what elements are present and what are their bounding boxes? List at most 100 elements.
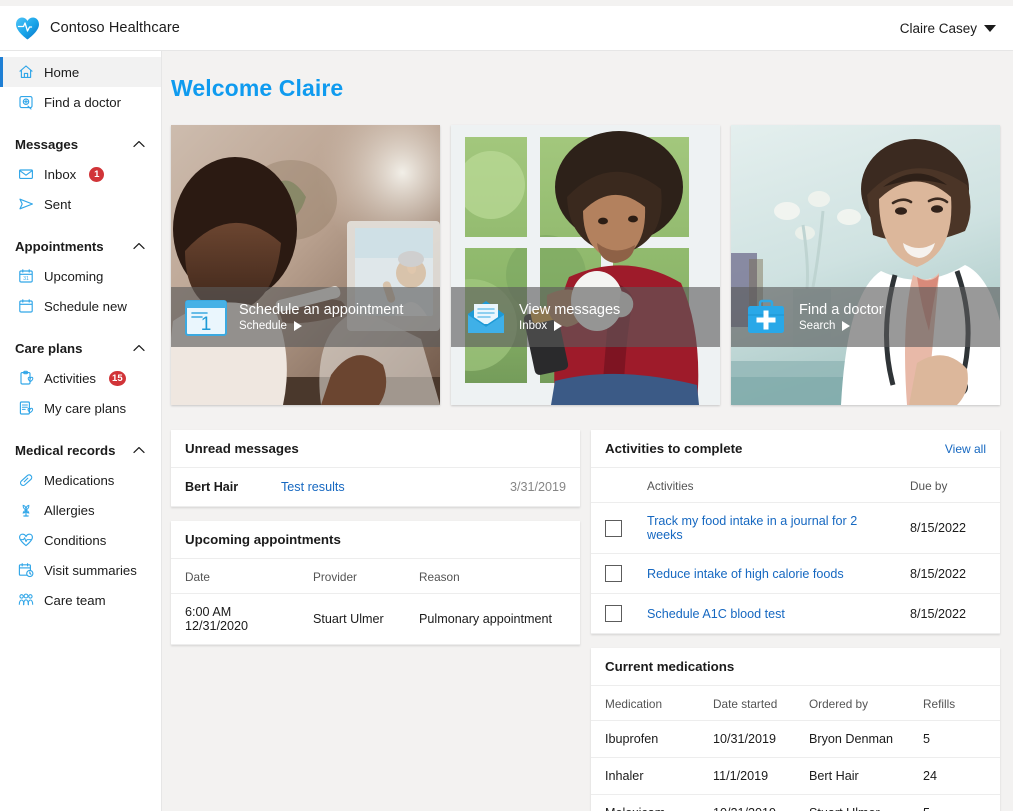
sidebar-item-label: Conditions: [44, 532, 107, 548]
card-header: Current medications: [591, 648, 1000, 686]
table-row[interactable]: Reduce intake of high calorie foods 8/15…: [591, 553, 1000, 594]
table-row[interactable]: Inhaler 11/1/2019 Bert Hair 24: [591, 757, 1000, 795]
sidebar-item-label: Find a doctor: [44, 94, 121, 110]
hero-card-subtitle-label: Schedule: [239, 320, 287, 332]
sidebar-item-label: Sent: [44, 196, 72, 212]
sidebar-item-conditions[interactable]: Conditions: [0, 525, 161, 555]
app-root: Contoso Healthcare Claire Casey Home Fin…: [0, 0, 1013, 811]
brand-name: Contoso Healthcare: [50, 20, 180, 36]
sidebar-item-home[interactable]: Home: [0, 57, 161, 87]
column-header-date: Date: [171, 559, 299, 594]
pill-icon: [19, 474, 33, 487]
sidebar-item-activities[interactable]: Activities 15: [0, 363, 161, 393]
sidebar-group-label: Medical records: [15, 442, 116, 458]
message-subject-link[interactable]: Test results: [267, 468, 484, 507]
table-row[interactable]: Track my food intake in a journal for 2 …: [591, 502, 1000, 554]
activity-checkbox[interactable]: [605, 565, 622, 582]
upcoming-appointments-table: Date Provider Reason 6:00 AM 12/31/2020 …: [171, 559, 580, 645]
activity-due-by: 8/15/2022: [896, 553, 1000, 594]
hero-card-view-messages[interactable]: View messages Inbox: [451, 125, 720, 405]
medication-refills: 24: [909, 757, 1000, 795]
sidebar-group-messages[interactable]: Messages: [0, 129, 161, 159]
medication-date-started: 10/21/2019: [699, 794, 795, 811]
calendar-day-icon: 31: [19, 269, 33, 283]
table-row[interactable]: Meloxicam 10/21/2019 Stuart Ulmer 5: [591, 794, 1000, 811]
sidebar-item-sent[interactable]: Sent: [0, 189, 161, 219]
chevron-up-icon: [133, 344, 145, 352]
table-row[interactable]: Schedule A1C blood test 8/15/2022: [591, 593, 1000, 634]
sidebar-item-label: Upcoming: [44, 268, 104, 284]
column-header-ordered-by: Ordered by: [795, 686, 909, 721]
people-icon: [18, 593, 34, 606]
hero-card-schedule-appointment[interactable]: 1 Schedule an appointment Schedule: [171, 125, 440, 405]
sidebar-group-care-plans[interactable]: Care plans: [0, 333, 161, 363]
sidebar-item-label: Activities: [44, 370, 97, 386]
hero-card-find-a-doctor[interactable]: Find a doctor Search: [731, 125, 1000, 405]
user-menu[interactable]: Claire Casey: [900, 21, 996, 36]
svg-text:1: 1: [201, 314, 212, 335]
hero-card-overlay: View messages Inbox: [451, 287, 720, 347]
view-all-link[interactable]: View all: [945, 442, 986, 456]
sidebar-item-upcoming[interactable]: 31 Upcoming: [0, 261, 161, 291]
medication-date-started: 11/1/2019: [699, 757, 795, 795]
column-header-date-started: Date started: [699, 686, 795, 721]
play-arrow-icon: [842, 321, 851, 331]
sidebar-item-label: Care team: [44, 592, 106, 608]
activity-checkbox[interactable]: [605, 519, 622, 537]
card-title: Current medications: [605, 659, 735, 674]
column-header-activities: Activities: [633, 468, 896, 503]
allergy-icon: [22, 504, 30, 517]
medication-date-started: 10/31/2019: [699, 720, 795, 758]
sidebar-item-label: Home: [44, 64, 80, 80]
table-row[interactable]: Ibuprofen 10/31/2019 Bryon Denman 5: [591, 720, 1000, 758]
activity-due-by: 8/15/2022: [896, 502, 1000, 554]
sidebar-item-label: Schedule new: [44, 298, 127, 314]
hero-card-subtitle-label: Search: [799, 320, 836, 332]
sidebar-item-find-a-doctor[interactable]: Find a doctor: [0, 87, 161, 117]
medication-name: Ibuprofen: [591, 720, 699, 758]
dashboard-panels: Unread messages Bert Hair Test results 3…: [171, 430, 1002, 811]
hero-card-title: Find a doctor: [799, 302, 884, 318]
medication-ordered-by: Stuart Ulmer: [795, 794, 909, 811]
sidebar-group-label: Appointments: [15, 238, 104, 254]
activity-link[interactable]: Reduce intake of high calorie foods: [633, 553, 896, 594]
sidebar-item-allergies[interactable]: Allergies: [0, 495, 161, 525]
play-arrow-icon: [293, 321, 302, 331]
table-row[interactable]: Bert Hair Test results 3/31/2019: [171, 468, 580, 507]
sidebar-item-label: Inbox: [44, 166, 77, 182]
sidebar-item-label: Visit summaries: [44, 562, 137, 578]
medications-table: Medication Date started Ordered by Refil…: [591, 686, 1000, 811]
sidebar-item-care-team[interactable]: Care team: [0, 585, 161, 615]
sidebar-group-label: Care plans: [15, 340, 83, 356]
user-name: Claire Casey: [899, 20, 977, 36]
activity-link[interactable]: Track my food intake in a journal for 2 …: [633, 502, 896, 554]
activities-to-complete-card: Activities to complete View all Activiti…: [591, 430, 1000, 634]
sidebar-item-visit-summaries[interactable]: Visit summaries: [0, 555, 161, 585]
clipboard-heart-icon: [20, 370, 34, 385]
table-header-row: Medication Date started Ordered by Refil…: [591, 686, 1000, 721]
message-date: 3/31/2019: [484, 468, 580, 507]
table-row[interactable]: 6:00 AM 12/31/2020 Stuart Ulmer Pulmonar…: [171, 593, 580, 645]
sidebar-item-inbox[interactable]: Inbox 1: [0, 159, 161, 189]
hero-card-subtitle: Schedule: [239, 320, 403, 332]
sidebar-item-my-care-plans[interactable]: My care plans: [0, 393, 161, 423]
card-header: Unread messages: [171, 430, 580, 468]
sidebar-item-medications[interactable]: Medications: [0, 465, 161, 495]
brand[interactable]: Contoso Healthcare: [15, 17, 180, 40]
activity-checkbox[interactable]: [605, 605, 622, 622]
medication-ordered-by: Bert Hair: [795, 757, 909, 795]
chevron-up-icon: [133, 140, 145, 148]
activity-link[interactable]: Schedule A1C blood test: [633, 593, 896, 634]
status-badge: 15: [109, 370, 126, 386]
medication-ordered-by: Bryon Denman: [795, 720, 909, 758]
hero-card-overlay: Find a doctor Search: [731, 287, 1000, 347]
appointment-reason: Pulmonary appointment: [405, 593, 580, 645]
column-header-provider: Provider: [299, 559, 405, 594]
play-arrow-icon: [554, 321, 563, 331]
open-envelope-icon: [467, 301, 505, 333]
table-header-row: Activities Due by: [591, 468, 1000, 503]
heart-pulse-icon: [19, 533, 33, 547]
sidebar-group-medical-records[interactable]: Medical records: [0, 435, 161, 465]
sidebar-item-schedule-new[interactable]: Schedule new: [0, 291, 161, 321]
sidebar-group-appointments[interactable]: Appointments: [0, 231, 161, 261]
